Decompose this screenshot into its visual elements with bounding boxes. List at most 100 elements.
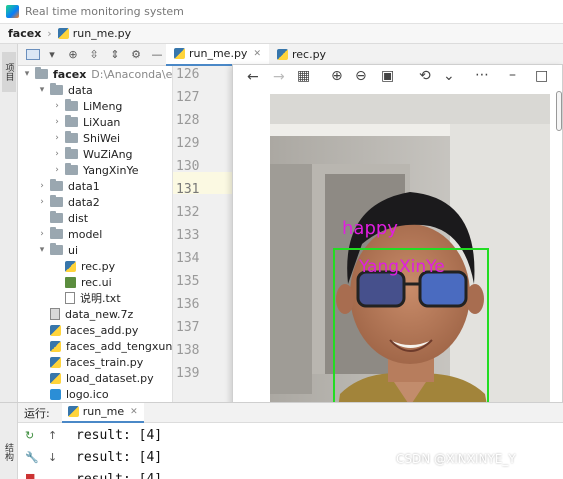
tree-item-label: faces_train.py xyxy=(66,355,144,369)
chevron-right-icon[interactable]: › xyxy=(52,165,62,175)
minimize-icon[interactable]: – xyxy=(509,67,516,83)
tree-item[interactable]: › data1 xyxy=(37,178,100,194)
maximize-icon[interactable]: □ xyxy=(535,68,548,84)
forward-icon[interactable]: → xyxy=(273,69,285,85)
folder-icon xyxy=(65,99,78,111)
folder-icon xyxy=(65,163,78,175)
project-tree: ▾ facex D:\Anaconda\envs\ ▾ data › LiMeng › L… xyxy=(18,66,172,402)
expand-all-icon[interactable]: ⇳ xyxy=(85,46,103,64)
fit-icon[interactable]: ▣ xyxy=(381,68,394,84)
tree-item[interactable]: rec.ui xyxy=(52,274,112,290)
tree-item[interactable]: faces_add.py xyxy=(37,322,138,338)
tree-item-label: 说明.txt xyxy=(80,292,121,305)
python-file-icon xyxy=(50,372,61,384)
python-file-icon xyxy=(50,324,61,336)
hide-icon[interactable]: — xyxy=(148,46,166,64)
run-tab-label: run_me xyxy=(82,405,125,418)
back-icon[interactable]: ← xyxy=(247,69,259,85)
tree-item[interactable]: load_dataset.py xyxy=(37,370,154,386)
chevron-down-icon[interactable]: ▾ xyxy=(37,85,47,95)
tree-item[interactable]: logo.ico xyxy=(37,386,109,402)
zoom-out-icon[interactable]: ⊖ xyxy=(355,68,367,84)
locate-icon[interactable]: ⊕ xyxy=(64,46,82,64)
tab-rec[interactable]: rec.py xyxy=(269,44,334,66)
viewer-toolbar: ← → ▦ ⊕ ⊖ ▣ ⟲ ⌄ ⋯ – □ xyxy=(233,65,563,91)
image-file-icon xyxy=(50,388,61,400)
emotion-label: happy xyxy=(342,218,398,239)
chevron-right-icon[interactable]: › xyxy=(37,229,47,239)
zoom-in-icon[interactable]: ⊕ xyxy=(331,68,343,84)
line-number: 128 xyxy=(176,113,200,128)
tree-root[interactable]: ▾ facex D:\Anaconda\envs\ xyxy=(22,66,172,82)
chevron-down-icon[interactable]: ▾ xyxy=(22,69,32,79)
line-number: 127 xyxy=(176,90,200,105)
tree-item[interactable]: data_new.7z xyxy=(37,306,133,322)
up-icon[interactable]: ↑ xyxy=(48,429,57,442)
stop-icon[interactable]: ■ xyxy=(25,471,35,479)
structure-tool-tab[interactable]: 结构 xyxy=(3,443,15,473)
close-icon[interactable]: ✕ xyxy=(130,407,138,417)
tree-item-label: data_new.7z xyxy=(65,307,134,321)
line-number: 139 xyxy=(176,366,200,381)
close-icon[interactable]: ✕ xyxy=(253,49,261,59)
collapse-all-icon[interactable]: ⇕ xyxy=(106,46,124,64)
line-number: 133 xyxy=(176,228,200,243)
more-icon[interactable]: ⋯ xyxy=(475,67,489,83)
dropdown-icon[interactable]: ▾ xyxy=(43,46,61,64)
python-file-icon xyxy=(50,340,61,352)
rotate-icon[interactable]: ⟲ xyxy=(419,68,431,84)
chevron-right-icon[interactable]: › xyxy=(37,181,47,191)
wrench-icon[interactable]: 🔧 xyxy=(25,451,39,464)
tree-item-label: faces_add.py xyxy=(66,323,139,337)
project-tool-tab[interactable]: 项目 xyxy=(2,52,16,92)
tree-item[interactable]: › data2 xyxy=(37,194,100,210)
tab-run-me[interactable]: run_me.py ✕ xyxy=(166,43,269,66)
run-tools: ↻ ↑ 🔧 ↓ ■ xyxy=(18,423,68,479)
folder-icon xyxy=(50,211,63,223)
folder-icon xyxy=(65,147,78,159)
grid-view-icon[interactable]: ▦ xyxy=(297,68,310,84)
tree-item[interactable]: › YangXinYe xyxy=(52,162,139,178)
tree-item[interactable]: 说明.txt xyxy=(52,290,121,306)
breadcrumb-project[interactable]: facex xyxy=(8,27,41,40)
tree-item[interactable]: › WuZiAng xyxy=(52,146,133,162)
tree-item-label: ShiWei xyxy=(83,131,121,145)
scrollbar[interactable] xyxy=(556,91,562,131)
python-file-icon xyxy=(276,49,288,60)
chevron-down-icon[interactable]: ⌄ xyxy=(443,68,455,84)
tree-item[interactable]: dist xyxy=(37,210,88,226)
run-label: 运行: xyxy=(24,406,50,420)
project-view-icon[interactable] xyxy=(26,49,40,60)
chevron-right-icon[interactable]: › xyxy=(52,101,62,111)
tree-item[interactable]: › LiMeng xyxy=(52,98,122,114)
tree-item[interactable]: › ShiWei xyxy=(52,130,120,146)
chevron-down-icon[interactable]: ▾ xyxy=(37,245,47,255)
ui-file-icon xyxy=(65,276,76,288)
folder-icon xyxy=(65,131,78,143)
tree-item[interactable]: rec.py xyxy=(52,258,115,274)
line-number: 129 xyxy=(176,136,200,151)
breadcrumb: facex › run_me.py xyxy=(0,24,563,44)
chevron-right-icon[interactable]: › xyxy=(52,133,62,143)
line-number: 132 xyxy=(176,205,200,220)
chevron-right-icon[interactable]: › xyxy=(37,197,47,207)
folder-icon xyxy=(50,243,63,255)
chevron-right-icon[interactable]: › xyxy=(52,117,62,127)
tree-item[interactable]: ▾ data xyxy=(37,82,93,98)
tree-item[interactable]: faces_add_tengxun.py xyxy=(37,338,172,354)
run-tab[interactable]: run_me ✕ xyxy=(61,402,144,423)
bottom-tool-strip: 结构 xyxy=(0,403,18,479)
gear-icon[interactable]: ⚙ xyxy=(127,46,145,64)
chevron-right-icon[interactable]: › xyxy=(52,149,62,159)
tree-item[interactable]: faces_train.py xyxy=(37,354,143,370)
tree-item[interactable]: › model xyxy=(37,226,102,242)
rerun-icon[interactable]: ↻ xyxy=(25,429,34,442)
folder-icon xyxy=(35,67,48,79)
breadcrumb-file[interactable]: run_me.py xyxy=(73,27,131,40)
tree-item[interactable]: ▾ ui xyxy=(37,242,78,258)
line-number: 138 xyxy=(176,343,200,358)
down-icon[interactable]: ↓ xyxy=(48,451,57,464)
folder-icon xyxy=(50,179,63,191)
tree-item[interactable]: › LiXuan xyxy=(52,114,120,130)
python-file-icon xyxy=(50,356,61,368)
